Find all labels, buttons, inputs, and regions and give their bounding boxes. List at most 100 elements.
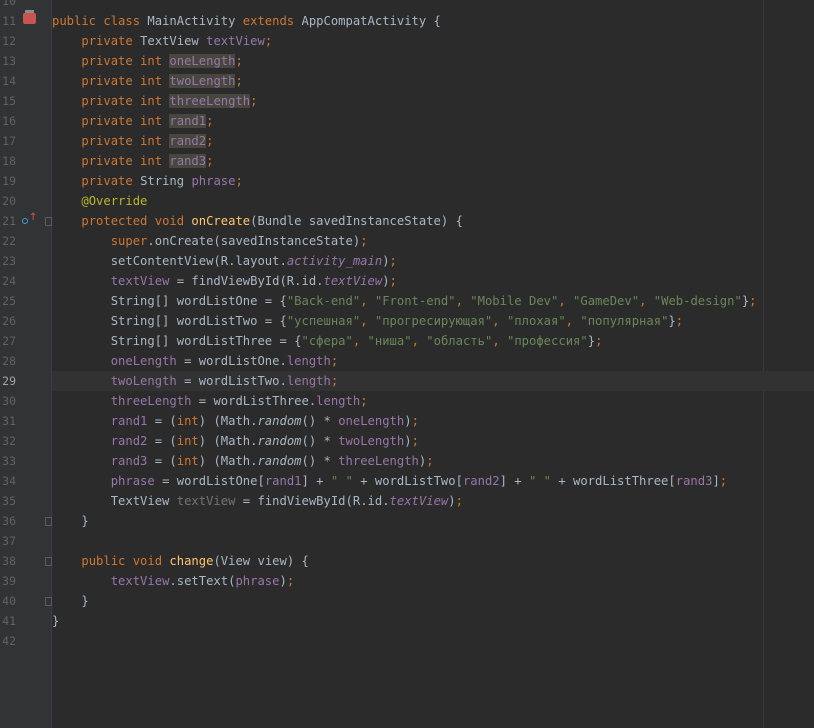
code-line[interactable]: private int rand1;	[52, 111, 814, 131]
code-token: ;	[206, 134, 214, 148]
line-number[interactable]: 32	[0, 431, 16, 451]
fold-marker-icon[interactable]	[45, 557, 52, 566]
line-number[interactable]: 38	[0, 551, 16, 571]
code-line[interactable]: textView = findViewById(R.id.textView);	[52, 271, 814, 291]
line-number[interactable]: 12	[0, 31, 16, 51]
code-line[interactable]: private TextView textView;	[52, 31, 814, 51]
code-token: setContentView(R.layout.	[52, 254, 287, 268]
code-line[interactable]: rand3 = (int) (Math.random() * threeLeng…	[52, 451, 814, 471]
code-line[interactable]: }	[52, 611, 814, 631]
line-number[interactable]: 31	[0, 411, 16, 431]
code-line[interactable]	[52, 531, 814, 551]
line-number[interactable]: 20	[0, 191, 16, 211]
line-number[interactable]: 17	[0, 131, 16, 151]
line-number[interactable]: 24	[0, 271, 16, 291]
line-number[interactable]: 30	[0, 391, 16, 411]
code-token: ,	[492, 314, 507, 328]
code-line[interactable]: private int threeLength;	[52, 91, 814, 111]
code-token: }	[587, 334, 596, 348]
code-line[interactable]: @Override	[52, 191, 814, 211]
code-line[interactable]: protected void onCreate(Bundle savedInst…	[52, 211, 814, 231]
code-line[interactable]: private String phrase;	[52, 171, 814, 191]
line-number[interactable]: 11	[0, 11, 16, 31]
line-number[interactable]: 40	[0, 591, 16, 611]
code-line[interactable]: }	[52, 591, 814, 611]
line-number[interactable]: 21	[0, 211, 16, 231]
code-line[interactable]: phrase = wordListOne[rand1] + " " + word…	[52, 471, 814, 491]
code-line[interactable]: TextView textView = findViewById(R.id.te…	[52, 491, 814, 511]
line-number[interactable]: 10	[0, 0, 16, 11]
line-number[interactable]: 26	[0, 311, 16, 331]
code-token: )	[279, 574, 287, 588]
line-number[interactable]: 42	[0, 631, 16, 651]
line-number[interactable]: 23	[0, 251, 16, 271]
line-number[interactable]: 34	[0, 471, 16, 491]
line-number[interactable]: 41	[0, 611, 16, 631]
code-line[interactable]: private int rand3;	[52, 151, 814, 171]
line-number[interactable]: 16	[0, 111, 16, 131]
code-token: int	[176, 414, 199, 428]
line-number[interactable]: 35	[0, 491, 16, 511]
override-method-icon[interactable]: ↑	[22, 212, 37, 227]
code-token: ;	[206, 154, 214, 168]
code-line[interactable]: textView.setText(phrase);	[52, 571, 814, 591]
line-number[interactable]: 19	[0, 171, 16, 191]
code-line[interactable]: twoLength = wordListTwo.length;	[52, 371, 814, 391]
code-token: AppCompatActivity {	[301, 14, 441, 28]
fold-marker-icon[interactable]	[45, 217, 52, 226]
code-line[interactable]: rand1 = (int) (Math.random() * oneLength…	[52, 411, 814, 431]
line-number[interactable]: 36	[0, 511, 16, 531]
activity-layout-icon[interactable]	[23, 10, 36, 24]
code-editor[interactable]: public class MainActivity extends AppCom…	[52, 0, 814, 728]
code-line[interactable]	[52, 0, 814, 11]
line-number[interactable]: 25	[0, 291, 16, 311]
code-token: )	[404, 434, 412, 448]
editor-gutter[interactable]: ↑ 10 11 12 13 14 15 16 17 18 19 20 21 22 23 24 25 26 27 28…	[0, 0, 52, 728]
code-token: random	[257, 434, 302, 448]
code-line[interactable]: private int rand2;	[52, 131, 814, 151]
line-number[interactable]: 28	[0, 351, 16, 371]
code-token: () *	[301, 454, 339, 468]
code-line[interactable]: threeLength = wordListThree.length;	[52, 391, 814, 411]
code-token: textView	[206, 34, 265, 48]
code-line[interactable]: public void change(View view) {	[52, 551, 814, 571]
code-line[interactable]: public class MainActivity extends AppCom…	[52, 11, 814, 31]
code-token: = (	[154, 454, 177, 468]
code-line[interactable]: }	[52, 511, 814, 531]
line-number[interactable]: 15	[0, 91, 16, 111]
line-number[interactable]: 18	[0, 151, 16, 171]
code-line[interactable]: setContentView(R.layout.activity_main);	[52, 251, 814, 271]
code-line[interactable]: super.onCreate(savedInstanceState);	[52, 231, 814, 251]
code-line[interactable]: String[] wordListTwo = {"успешная", "про…	[52, 311, 814, 331]
line-number[interactable]: 22	[0, 231, 16, 251]
code-line[interactable]: oneLength = wordListOne.length;	[52, 351, 814, 371]
code-token: rand3	[110, 454, 155, 468]
line-number[interactable]: 29	[0, 371, 16, 391]
code-line[interactable]: private int oneLength;	[52, 51, 814, 71]
line-number[interactable]: 33	[0, 451, 16, 471]
line-number[interactable]: 39	[0, 571, 16, 591]
code-line[interactable]: rand2 = (int) (Math.random() * twoLength…	[52, 431, 814, 451]
fold-marker-icon[interactable]	[45, 597, 52, 606]
fold-marker-icon[interactable]	[45, 517, 52, 526]
code-token: ;	[330, 354, 339, 368]
code-line[interactable]	[52, 631, 814, 651]
code-token: ,	[411, 334, 427, 348]
line-number[interactable]: 37	[0, 531, 16, 551]
code-line[interactable]: String[] wordListThree = {"сфера", "ниша…	[52, 331, 814, 351]
code-token: = findViewById(R.id.	[242, 494, 390, 508]
code-token: twoLength	[169, 74, 236, 88]
line-number[interactable]: 14	[0, 71, 16, 91]
line-number[interactable]: 13	[0, 51, 16, 71]
code-token: }	[668, 314, 676, 328]
line-number[interactable]: 27	[0, 331, 16, 351]
code-token: length	[316, 394, 361, 408]
code-line[interactable]: String[] wordListOne = {"Back-end", "Fro…	[52, 291, 814, 311]
code-token: ;	[719, 474, 728, 488]
code-line[interactable]: private int twoLength;	[52, 71, 814, 91]
